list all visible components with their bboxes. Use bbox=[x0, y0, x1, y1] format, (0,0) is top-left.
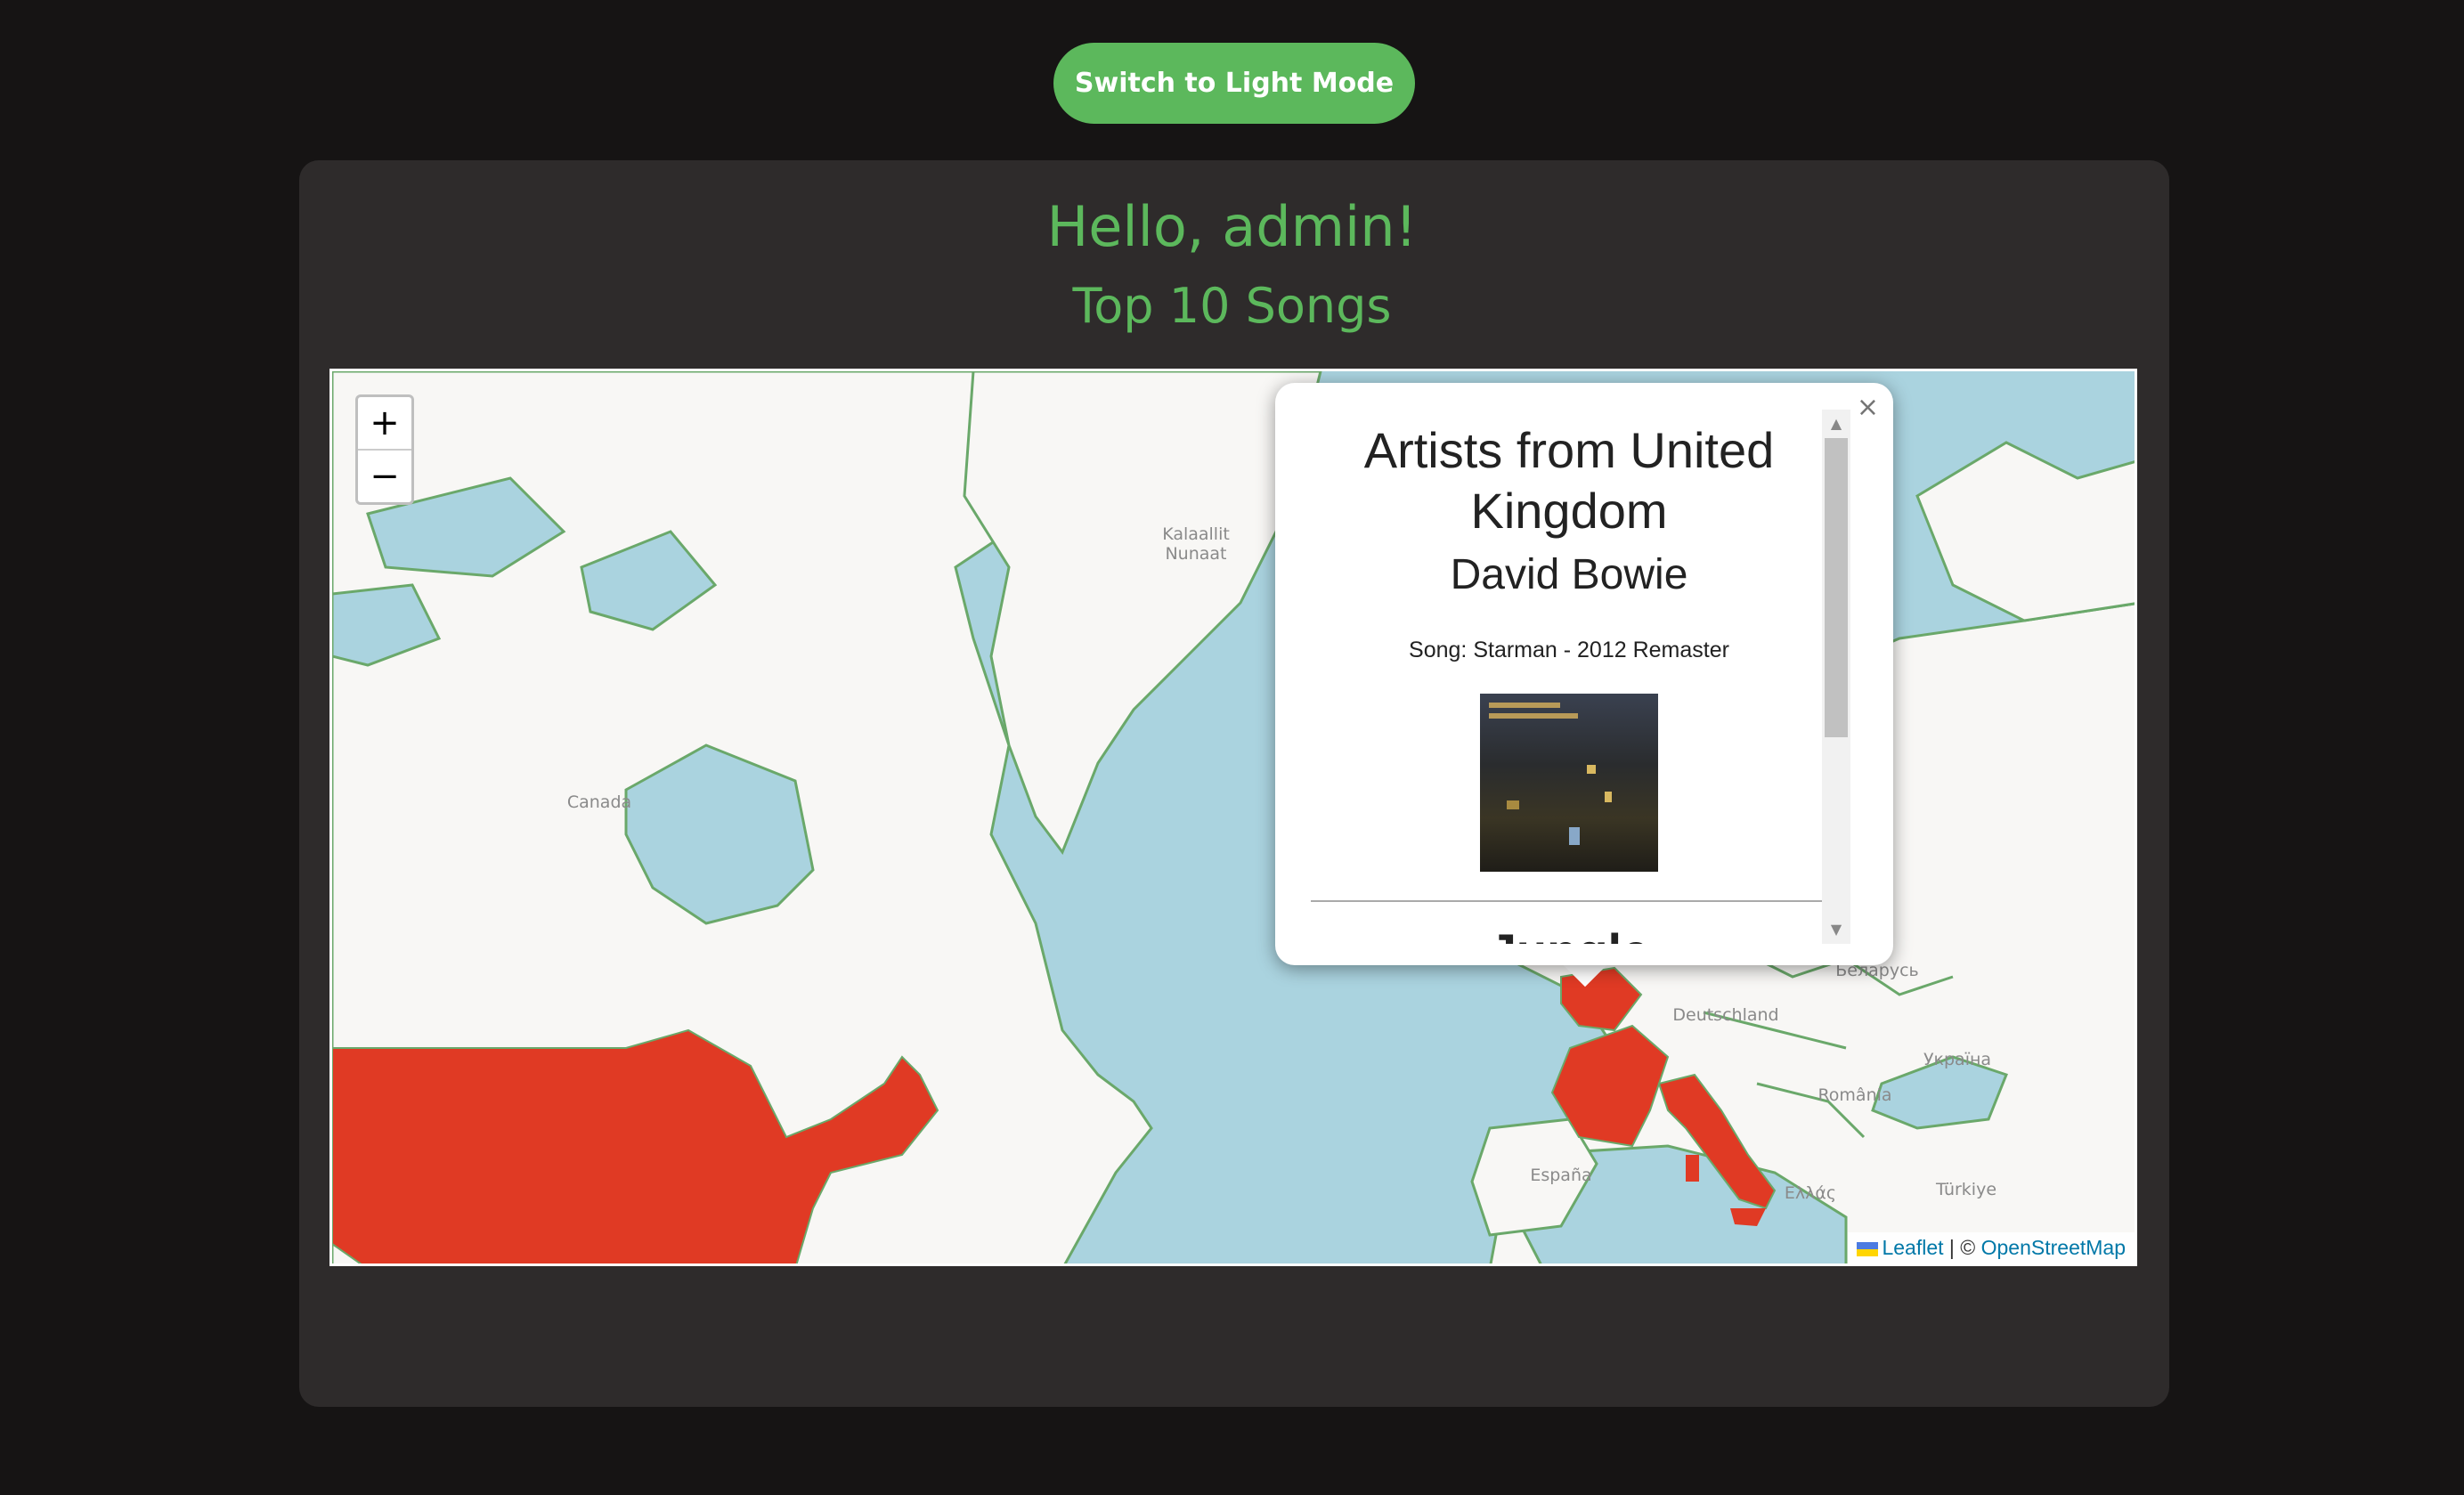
openstreetmap-link[interactable]: OpenStreetMap bbox=[1981, 1236, 2126, 1259]
zoom-control: + − bbox=[355, 394, 414, 505]
label-greenland: Kalaallit Nunaat bbox=[1162, 524, 1230, 564]
label-romania: România bbox=[1818, 1085, 1892, 1105]
popup-title: Artists from United Kingdom bbox=[1363, 422, 1775, 539]
label-turkey: Türkiye bbox=[1935, 1180, 1997, 1199]
popup-close-button[interactable]: × bbox=[1857, 392, 1879, 423]
scrollbar-thumb[interactable] bbox=[1825, 438, 1848, 737]
popup-content[interactable]: Artists from United Kingdom David Bowie … bbox=[1311, 410, 1827, 944]
album-cover-image bbox=[1480, 694, 1658, 872]
label-germany: Deutschland bbox=[1672, 1005, 1779, 1025]
attribution-separator: | © bbox=[1948, 1236, 1976, 1259]
scroll-up-arrow-icon[interactable]: ▲ bbox=[1822, 413, 1850, 435]
leaflet-link[interactable]: Leaflet bbox=[1882, 1236, 1943, 1259]
scroll-down-arrow-icon[interactable]: ▼ bbox=[1822, 919, 1850, 940]
map-attribution: Leaflet | © OpenStreetMap bbox=[1848, 1232, 2135, 1263]
artist-popup: × Artists from United Kingdom David Bowi… bbox=[1275, 383, 1893, 965]
greeting-heading: Hello, admin! bbox=[1046, 194, 1418, 259]
ukraine-flag-icon bbox=[1857, 1241, 1879, 1256]
zoom-out-button[interactable]: − bbox=[358, 449, 411, 502]
theme-toggle-button[interactable]: Switch to Light Mode bbox=[1053, 43, 1415, 124]
popup-divider bbox=[1311, 900, 1827, 902]
popup-next-artist: Jungle bbox=[1311, 925, 1827, 945]
popup-artist-name: David Bowie bbox=[1450, 551, 1688, 598]
label-ukraine: Україна bbox=[1923, 1050, 1992, 1069]
label-canada: Canada bbox=[566, 792, 632, 812]
zoom-in-button[interactable]: + bbox=[358, 397, 411, 449]
popup-song: Song: Starman - 2012 Remaster bbox=[1409, 638, 1729, 662]
popup-scrollbar[interactable]: ▲ ▼ bbox=[1822, 410, 1850, 944]
label-greece: Ελλάς bbox=[1784, 1183, 1837, 1203]
page-subtitle: Top 10 Songs bbox=[1072, 278, 1392, 334]
label-spain: España bbox=[1530, 1166, 1592, 1185]
